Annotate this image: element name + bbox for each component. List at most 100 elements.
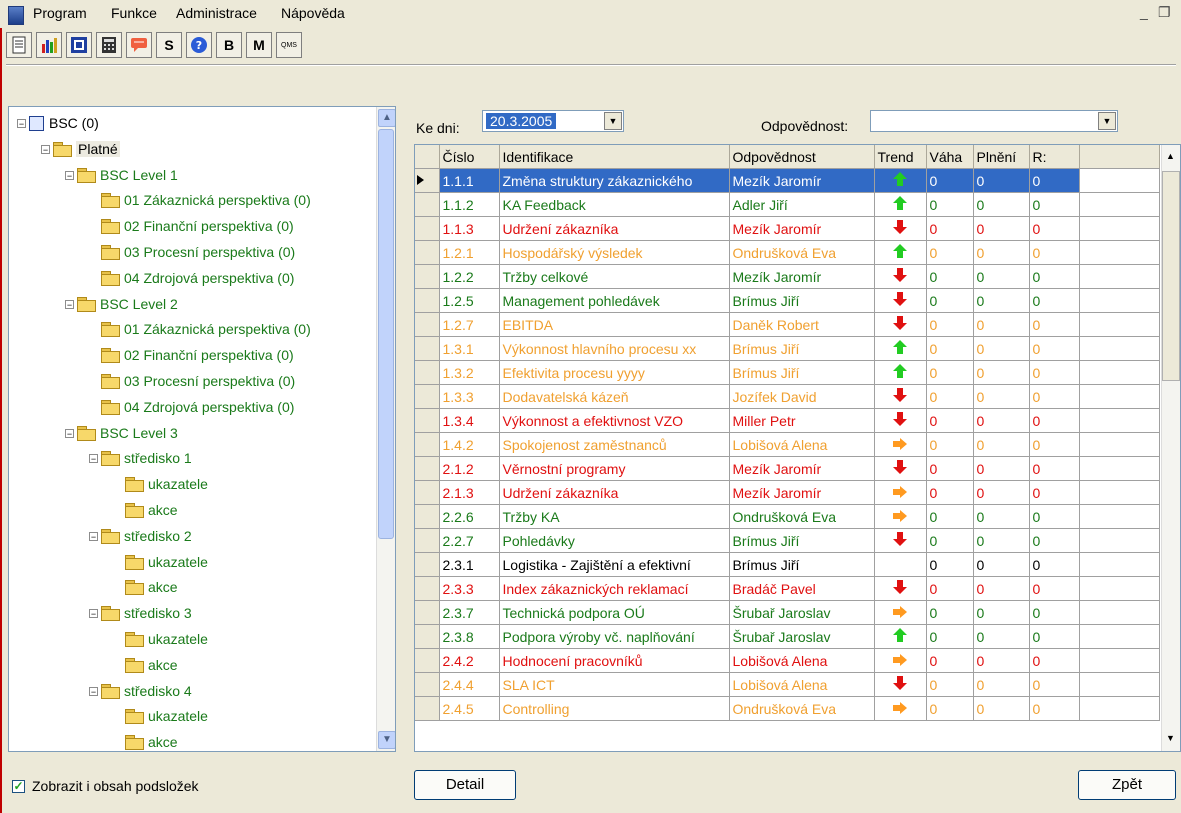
cell-cislo[interactable]: 2.4.4 xyxy=(439,672,500,697)
row-indicator[interactable] xyxy=(415,480,440,505)
cell-cislo[interactable]: 1.1.1 xyxy=(439,168,500,193)
table-row[interactable]: 1.2.5 Management pohledávek Brímus Jiří 0 0 0 xyxy=(415,288,1160,313)
cell-identifikace[interactable]: Pohledávky xyxy=(499,528,730,553)
tree-node[interactable]: středisko 1 xyxy=(101,448,192,468)
cell-vaha[interactable]: 0 xyxy=(926,360,974,385)
row-indicator[interactable] xyxy=(415,600,440,625)
cell-odpovednost[interactable]: Šrubař Jaroslav xyxy=(729,600,875,625)
table-row[interactable]: 1.2.7 EBITDA Daněk Robert 0 0 0 xyxy=(415,312,1160,337)
row-indicator[interactable] xyxy=(415,288,440,313)
cell-cislo[interactable]: 1.2.1 xyxy=(439,240,500,265)
cell-cislo[interactable]: 2.4.5 xyxy=(439,696,500,721)
cell-cislo[interactable]: 1.3.2 xyxy=(439,360,500,385)
cell-identifikace[interactable]: Dodavatelská kázeň xyxy=(499,384,730,409)
cell-trend[interactable] xyxy=(874,312,927,337)
qms-button[interactable]: QMS xyxy=(276,32,302,58)
cell-identifikace[interactable]: Výkonnost a efektivnost VZO xyxy=(499,408,730,433)
row-indicator[interactable] xyxy=(415,384,440,409)
cell-filler[interactable] xyxy=(1079,432,1160,457)
chart-icon[interactable] xyxy=(36,32,62,58)
cell-trend[interactable] xyxy=(874,600,927,625)
cell-odpovednost[interactable]: Šrubař Jaroslav xyxy=(729,624,875,649)
cell-trend[interactable] xyxy=(874,456,927,481)
cell-r[interactable]: 0 xyxy=(1029,384,1080,409)
tree-expander[interactable]: − xyxy=(89,454,98,464)
cell-r[interactable]: 0 xyxy=(1029,312,1080,337)
cell-odpovednost[interactable]: Lobišová Alena xyxy=(729,648,875,673)
menu-napoveda[interactable]: Nápověda xyxy=(281,5,345,21)
row-indicator[interactable] xyxy=(415,456,440,481)
cell-trend[interactable] xyxy=(874,528,927,553)
cell-plneni[interactable]: 0 xyxy=(973,240,1030,265)
grid-scroll-thumb[interactable] xyxy=(1162,171,1180,381)
cell-cislo[interactable]: 2.4.2 xyxy=(439,648,500,673)
cell-plneni[interactable]: 0 xyxy=(973,672,1030,697)
row-indicator[interactable] xyxy=(415,528,440,553)
scroll-up-icon[interactable]: ▲ xyxy=(378,109,395,127)
cell-vaha[interactable]: 0 xyxy=(926,432,974,457)
cell-trend[interactable] xyxy=(874,384,927,409)
tree-expander[interactable]: − xyxy=(65,428,74,438)
cell-identifikace[interactable]: Věrnostní programy xyxy=(499,456,730,481)
cell-odpovednost[interactable]: Miller Petr xyxy=(729,408,875,433)
date-select[interactable]: 20.3.2005 ▼ xyxy=(482,110,624,132)
cell-vaha[interactable]: 0 xyxy=(926,624,974,649)
cell-plneni[interactable]: 0 xyxy=(973,576,1030,601)
cell-plneni[interactable]: 0 xyxy=(973,264,1030,289)
cell-cislo[interactable]: 1.2.2 xyxy=(439,264,500,289)
cell-odpovednost[interactable]: Mezík Jaromír xyxy=(729,264,875,289)
cell-cislo[interactable]: 1.2.5 xyxy=(439,288,500,313)
cell-identifikace[interactable]: Tržby celkové xyxy=(499,264,730,289)
cell-plneni[interactable]: 0 xyxy=(973,480,1030,505)
cell-identifikace[interactable]: Spokojenost zaměstnanců xyxy=(499,432,730,457)
table-row[interactable]: 2.1.3 Udržení zákazníka Mezík Jaromír 0 0 0 xyxy=(415,480,1160,505)
cell-identifikace[interactable]: Logistika - Zajištění a efektivní xyxy=(499,552,730,577)
cell-cislo[interactable]: 2.2.6 xyxy=(439,504,500,529)
row-indicator[interactable] xyxy=(415,648,440,673)
cell-plneni[interactable]: 0 xyxy=(973,312,1030,337)
tree-expander[interactable]: − xyxy=(65,170,74,180)
cell-r[interactable]: 0 xyxy=(1029,360,1080,385)
cell-r[interactable]: 0 xyxy=(1029,624,1080,649)
cell-odpovednost[interactable]: Brímus Jiří xyxy=(729,528,875,553)
cell-trend[interactable] xyxy=(874,264,927,289)
cell-cislo[interactable]: 1.3.4 xyxy=(439,408,500,433)
cell-cislo[interactable]: 1.1.3 xyxy=(439,216,500,241)
cell-vaha[interactable]: 0 xyxy=(926,456,974,481)
s-button[interactable]: S xyxy=(156,32,182,58)
table-row[interactable]: 2.4.4 SLA ICT Lobišová Alena 0 0 0 xyxy=(415,672,1160,697)
help-icon[interactable]: ? xyxy=(186,32,212,58)
tree-node[interactable]: 02 Finanční perspektiva (0) xyxy=(101,216,294,236)
cell-odpovednost[interactable]: Lobišová Alena xyxy=(729,432,875,457)
table-row[interactable]: 2.4.5 Controlling Ondrušková Eva 0 0 0 xyxy=(415,696,1160,721)
tree-node[interactable]: 01 Zákaznická perspektiva (0) xyxy=(101,190,311,210)
cell-filler[interactable] xyxy=(1079,480,1160,505)
tree-node[interactable]: 02 Finanční perspektiva (0) xyxy=(101,345,294,365)
cell-filler[interactable] xyxy=(1079,408,1160,433)
tree-node[interactable]: 04 Zdrojová perspektiva (0) xyxy=(101,397,294,417)
tree-expander[interactable]: − xyxy=(65,299,74,309)
cell-r[interactable]: 0 xyxy=(1029,336,1080,361)
table-row[interactable]: 2.3.3 Index zákaznických reklamací Bradáč … xyxy=(415,576,1160,601)
cell-trend[interactable] xyxy=(874,696,927,721)
cell-odpovednost[interactable]: Daněk Robert xyxy=(729,312,875,337)
cell-plneni[interactable]: 0 xyxy=(973,600,1030,625)
folder-tree[interactable]: − BSC (0) − Platné − BSC Level 1 01 Zákaznická… xyxy=(8,106,396,752)
cell-vaha[interactable]: 0 xyxy=(926,600,974,625)
tree-node[interactable]: BSC Level 3 xyxy=(77,423,178,443)
cell-trend[interactable] xyxy=(874,576,927,601)
cell-plneni[interactable]: 0 xyxy=(973,528,1030,553)
calculator-icon[interactable] xyxy=(96,32,122,58)
tree-scrollbar[interactable]: ▲ ▼ xyxy=(376,107,395,751)
row-indicator[interactable] xyxy=(415,312,440,337)
cell-r[interactable]: 0 xyxy=(1029,648,1080,673)
header-odpovednost[interactable]: Odpovědnost xyxy=(729,145,875,169)
cell-plneni[interactable]: 0 xyxy=(973,696,1030,721)
cell-cislo[interactable]: 1.1.2 xyxy=(439,192,500,217)
detail-button[interactable]: Detail xyxy=(414,770,516,800)
tree-scroll-thumb[interactable] xyxy=(378,129,394,539)
cell-filler[interactable] xyxy=(1079,576,1160,601)
cell-r[interactable]: 0 xyxy=(1029,456,1080,481)
cell-trend[interactable] xyxy=(874,672,927,697)
cell-vaha[interactable]: 0 xyxy=(926,288,974,313)
